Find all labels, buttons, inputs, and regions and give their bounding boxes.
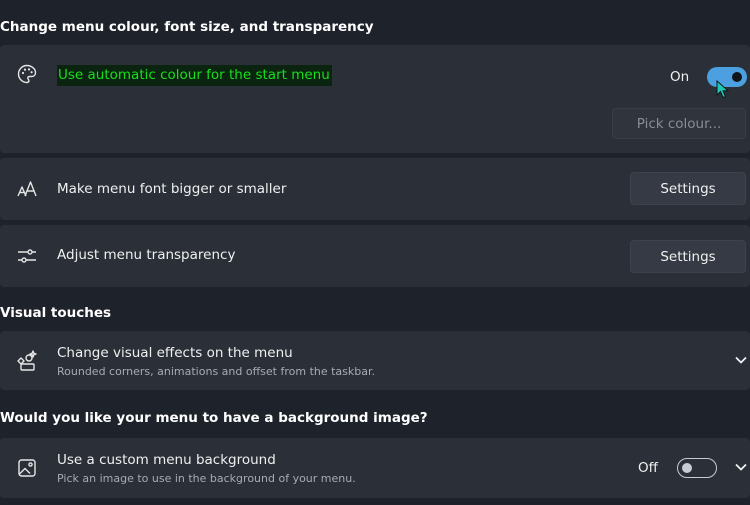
auto-colour-card: Use automatic colour for the start menu … — [0, 45, 750, 153]
font-size-label: Make menu font bigger or smaller — [57, 181, 287, 197]
section-title-background: Would you like your menu to have a backg… — [0, 410, 428, 426]
custom-background-label: Use a custom menu background — [57, 452, 276, 468]
sliders-icon — [14, 243, 40, 269]
font-size-settings-button[interactable]: Settings — [630, 172, 746, 205]
custom-background-card[interactable]: Use a custom menu background Pick an ima… — [0, 438, 750, 498]
section-title-colour: Change menu colour, font size, and trans… — [0, 19, 374, 35]
custom-background-toggle-text: Off — [638, 460, 658, 476]
transparency-label: Adjust menu transparency — [57, 247, 236, 263]
transparency-card: Adjust menu transparency Settings — [0, 225, 750, 287]
custom-background-sublabel: Pick an image to use in the background o… — [57, 472, 356, 485]
pick-colour-button[interactable]: Pick colour... — [612, 108, 746, 139]
settings-page: Change menu colour, font size, and trans… — [0, 0, 750, 505]
section-title-visual: Visual touches — [0, 305, 112, 321]
sparkle-shapes-icon — [14, 348, 40, 374]
transparency-settings-button[interactable]: Settings — [630, 240, 746, 273]
custom-background-toggle[interactable] — [677, 458, 717, 478]
toggle-knob — [732, 72, 742, 82]
toggle-knob — [682, 463, 692, 473]
visual-effects-label: Change visual effects on the menu — [57, 345, 293, 361]
chevron-down-icon[interactable] — [734, 353, 748, 367]
mouse-cursor-icon — [716, 80, 730, 99]
image-icon — [14, 455, 40, 481]
chevron-down-icon[interactable] — [734, 460, 748, 474]
visual-effects-card[interactable]: Change visual effects on the menu Rounde… — [0, 331, 750, 390]
auto-colour-toggle-text: On — [670, 69, 690, 85]
font-size-card: Make menu font bigger or smaller Setting… — [0, 158, 750, 220]
visual-effects-sublabel: Rounded corners, animations and offset f… — [57, 365, 376, 378]
palette-icon — [14, 61, 40, 87]
font-size-icon — [14, 176, 40, 202]
auto-colour-label: Use automatic colour for the start menu — [57, 65, 332, 86]
